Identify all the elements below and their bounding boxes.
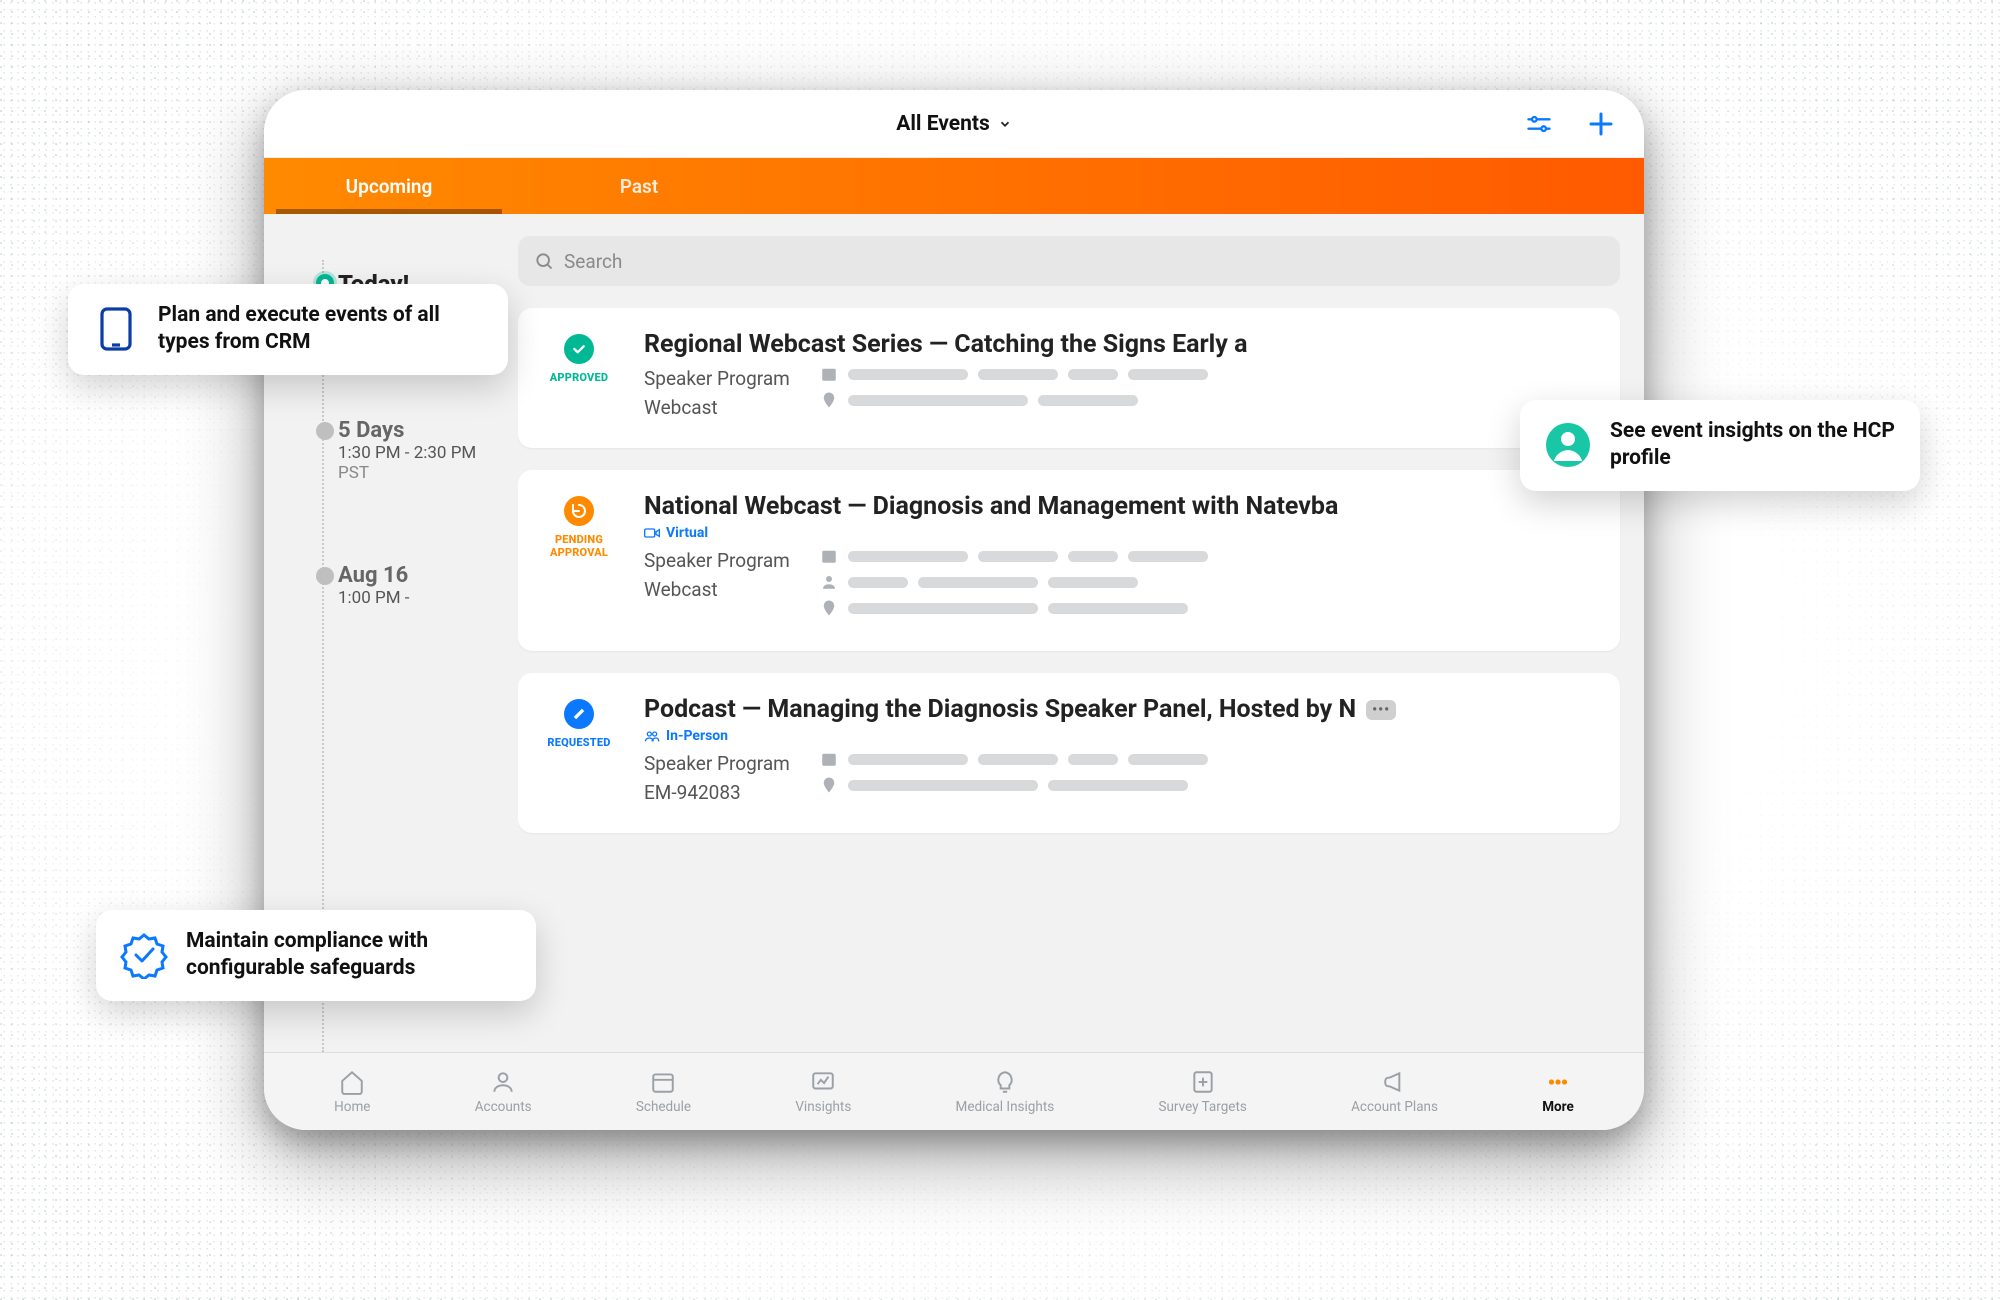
callout-plan-events: Plan and execute events of all types fro… — [68, 284, 508, 375]
chart-icon — [810, 1069, 836, 1095]
tabs: Upcoming Past — [264, 158, 1644, 214]
timeline-dot — [316, 567, 334, 585]
accounts-icon — [490, 1069, 516, 1095]
nav-more[interactable]: More — [1542, 1069, 1574, 1115]
event-content: Regional Webcast Series — Catching the S… — [644, 330, 1594, 422]
event-mode: In-Person — [644, 728, 1594, 744]
location-icon — [820, 391, 838, 409]
bottom-nav: Home Accounts Schedule Vinsights Medical… — [264, 1052, 1644, 1130]
timeline-dot — [316, 422, 334, 440]
calendar-icon — [820, 750, 838, 768]
search-placeholder: Search — [564, 250, 622, 273]
event-card[interactable]: APPROVED Regional Webcast Series — Catch… — [518, 308, 1620, 448]
profile-circle-icon — [1544, 421, 1592, 469]
timeline-node[interactable]: 5 Days 1:30 PM - 2:30 PM PST — [310, 418, 518, 483]
event-meta: Speaker Program Webcast — [644, 365, 790, 422]
status-approved-icon — [564, 334, 594, 364]
event-title: National Webcast — Diagnosis and Managem… — [644, 492, 1594, 521]
event-content: National Webcast — Diagnosis and Managem… — [644, 492, 1594, 625]
nav-home[interactable]: Home — [334, 1069, 370, 1115]
schedule-icon — [650, 1069, 676, 1095]
chevron-down-icon — [998, 117, 1012, 131]
view-selector-label: All Events — [896, 112, 990, 136]
location-icon — [820, 776, 838, 794]
timeline-label: Aug 16 — [338, 563, 518, 588]
nav-account-plans[interactable]: Account Plans — [1351, 1069, 1438, 1115]
event-detail-placeholders — [820, 365, 1594, 422]
tab-upcoming[interactable]: Upcoming — [264, 158, 514, 214]
timeline-time: 1:30 PM - 2:30 PM — [338, 443, 518, 463]
event-mode: Virtual — [644, 525, 1594, 541]
tab-past[interactable]: Past — [514, 158, 764, 214]
sliders-icon — [1525, 110, 1553, 138]
callout-event-insights: See event insights on the HCP profile — [1520, 400, 1920, 491]
callout-text: See event insights on the HCP profile — [1610, 418, 1896, 473]
timeline-tz: PST — [338, 463, 518, 483]
event-title: Podcast — Managing the Diagnosis Speaker… — [644, 695, 1594, 724]
top-actions — [1522, 90, 1618, 157]
event-meta: Speaker Program Webcast — [644, 547, 790, 625]
plus-icon — [1586, 109, 1616, 139]
event-meta: Speaker Program EM-942083 — [644, 750, 790, 807]
timeline-time: 1:00 PM - — [338, 588, 518, 608]
filter-button[interactable] — [1522, 107, 1556, 141]
megaphone-icon — [1382, 1069, 1408, 1095]
event-title: Regional Webcast Series — Catching the S… — [644, 330, 1594, 359]
survey-icon — [1190, 1069, 1216, 1095]
person-icon — [820, 573, 838, 591]
event-status: PENDING APPROVAL — [540, 492, 618, 625]
main-column: Search APPROVED Regional Webcast Series … — [518, 214, 1644, 1052]
overflow-badge[interactable]: ••• — [1366, 700, 1396, 720]
search-icon — [534, 251, 554, 271]
timeline-label: 5 Days — [338, 418, 518, 443]
event-detail-placeholders — [820, 750, 1594, 807]
nav-survey-targets[interactable]: Survey Targets — [1158, 1069, 1246, 1115]
calendar-icon — [820, 547, 838, 565]
location-icon — [820, 599, 838, 617]
callout-text: Maintain compliance with configurable sa… — [186, 928, 512, 983]
view-selector[interactable]: All Events — [896, 112, 1012, 136]
search-input[interactable]: Search — [518, 236, 1620, 286]
status-label: REQUESTED — [547, 737, 610, 750]
bulb-icon — [992, 1069, 1018, 1095]
callout-compliance: Maintain compliance with configurable sa… — [96, 910, 536, 1001]
nav-vinsights[interactable]: Vinsights — [795, 1069, 851, 1115]
timeline-node[interactable]: Aug 16 1:00 PM - — [310, 563, 518, 608]
calendar-icon — [820, 365, 838, 383]
status-label: PENDING APPROVAL — [540, 534, 618, 559]
tab-label: Upcoming — [346, 175, 433, 198]
status-label: APPROVED — [550, 372, 608, 385]
video-icon — [644, 527, 660, 539]
people-icon — [644, 730, 660, 742]
more-icon — [1545, 1069, 1571, 1095]
event-card[interactable]: REQUESTED Podcast — Managing the Diagnos… — [518, 673, 1620, 833]
tab-label: Past — [620, 175, 658, 198]
verified-badge-icon — [120, 931, 168, 979]
status-pending-icon — [564, 496, 594, 526]
event-card[interactable]: PENDING APPROVAL National Webcast — Diag… — [518, 470, 1620, 651]
tablet-icon — [92, 305, 140, 353]
event-detail-placeholders — [820, 547, 1594, 625]
add-button[interactable] — [1584, 107, 1618, 141]
nav-schedule[interactable]: Schedule — [636, 1069, 691, 1115]
event-status: APPROVED — [540, 330, 618, 422]
event-status: REQUESTED — [540, 695, 618, 807]
nav-accounts[interactable]: Accounts — [475, 1069, 532, 1115]
event-content: Podcast — Managing the Diagnosis Speaker… — [644, 695, 1594, 807]
nav-medical-insights[interactable]: Medical Insights — [956, 1069, 1055, 1115]
status-requested-icon — [564, 699, 594, 729]
home-icon — [339, 1069, 365, 1095]
callout-text: Plan and execute events of all types fro… — [158, 302, 484, 357]
top-bar: All Events — [264, 90, 1644, 158]
